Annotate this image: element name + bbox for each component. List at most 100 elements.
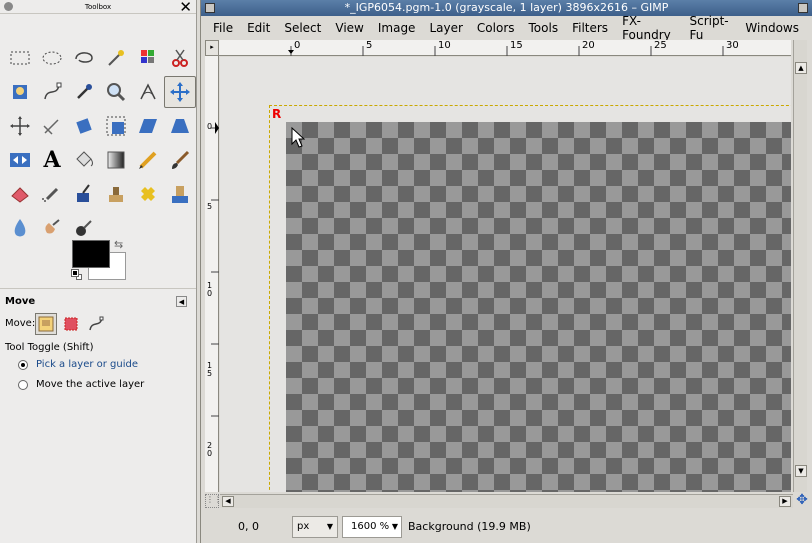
zoom-value: 1600 % (351, 521, 390, 532)
zoom-dropdown[interactable]: 1600 % ▼ (342, 515, 402, 538)
ruler-tick-label: 20 (207, 441, 213, 458)
ruler-tick-label: 10 (438, 40, 451, 51)
swap-colors-icon[interactable]: ⇆ (114, 238, 123, 251)
scroll-up-icon[interactable]: ▲ (795, 62, 807, 74)
layer-info: Background (19.9 MB) (408, 520, 531, 533)
paths-icon[interactable] (36, 76, 68, 108)
blur-icon[interactable] (4, 212, 36, 244)
pointer-coordinates: 0, 0 (238, 520, 259, 533)
units-value: px (297, 521, 310, 532)
image-canvas[interactable]: R (220, 57, 791, 492)
ruler-tick-label: 25 (654, 40, 667, 51)
perspective-clone-icon[interactable] (164, 178, 196, 210)
tool-options-menu-icon[interactable]: ◀ (176, 296, 187, 307)
lasso-icon[interactable] (68, 42, 100, 74)
toolbox-titlebar: Toolbox ✕ (0, 0, 196, 15)
menu-view[interactable]: View (335, 21, 363, 35)
scale-icon[interactable] (100, 110, 132, 142)
menu-file[interactable]: File (213, 21, 233, 35)
rect-select-icon[interactable] (4, 42, 36, 74)
image-window: *_IGP6054.pgm-1.0 (grayscale, 1 layer) 3… (200, 0, 812, 543)
radio-button[interactable] (18, 379, 28, 390)
airbrush-icon[interactable] (36, 178, 68, 210)
text-tool-icon[interactable]: A (36, 144, 68, 176)
menu-select[interactable]: Select (284, 21, 321, 35)
menubar: File Edit Select View Image Layer Colors… (201, 14, 812, 42)
smudge-icon[interactable] (36, 212, 68, 244)
default-colors-fg-icon[interactable] (71, 269, 79, 277)
heal-icon[interactable] (132, 178, 164, 210)
maximize-icon[interactable] (798, 3, 808, 13)
ink-icon[interactable] (68, 178, 100, 210)
color-picker-icon[interactable] (68, 76, 100, 108)
chevron-down-icon: ▼ (391, 522, 398, 531)
toolbox-window: Toolbox ✕ A ⇆ Move ◀ Move: Tool Toggle (… (0, 0, 197, 543)
ruler-tick-label: 10 (207, 281, 213, 298)
radio-pick-layer[interactable]: Pick a layer or guide (18, 359, 138, 370)
measure-icon[interactable] (132, 76, 164, 108)
align-icon[interactable] (4, 110, 36, 142)
move-selection-mode-button[interactable] (60, 313, 82, 335)
ruler-tick-label: 30 (726, 40, 739, 51)
paintbrush-icon[interactable] (164, 144, 196, 176)
zoom-icon[interactable] (100, 76, 132, 108)
horizontal-ruler[interactable]: 0 5 10 15 20 25 30 (219, 40, 791, 56)
move-layer-mode-button[interactable] (35, 313, 57, 335)
scroll-right-icon[interactable]: ▶ (779, 496, 791, 507)
close-icon[interactable]: ✕ (179, 0, 192, 15)
scroll-down-icon[interactable]: ▼ (795, 465, 807, 477)
radio-button[interactable] (18, 359, 28, 370)
guide-horizontal[interactable] (269, 105, 791, 106)
navigate-icon[interactable]: ✥ (795, 493, 809, 508)
quick-mask-corner-button[interactable]: ▸ (205, 40, 219, 56)
ruler-tick-label: 15 (510, 40, 523, 51)
scroll-left-icon[interactable]: ◀ (222, 496, 234, 507)
select-by-color-icon[interactable] (132, 42, 164, 74)
color-area: ⇆ (70, 238, 130, 286)
radio-label: Pick a layer or guide (36, 359, 139, 370)
shear-icon[interactable] (132, 110, 164, 142)
pencil-icon[interactable] (132, 144, 164, 176)
menu-windows[interactable]: Windows (745, 21, 799, 35)
menu-image[interactable]: Image (378, 21, 416, 35)
gimp-icon (4, 2, 13, 11)
ruler-tick-label: 5 (207, 202, 213, 211)
guide-vertical[interactable] (269, 105, 270, 492)
radio-label: Move the active layer (36, 379, 145, 390)
perspective-icon[interactable] (164, 110, 196, 142)
ellipse-select-icon[interactable] (36, 42, 68, 74)
scissors-icon[interactable] (164, 42, 196, 74)
transparent-layer-checkerboard[interactable] (286, 122, 791, 492)
flip-icon[interactable] (4, 144, 36, 176)
units-dropdown[interactable]: px ▼ (292, 515, 338, 538)
fuzzy-select-icon[interactable] (100, 42, 132, 74)
ruler-tick-label: 15 (207, 361, 213, 378)
vertical-ruler[interactable]: 0 5 10 15 20 (205, 56, 219, 492)
statusbar: 0, 0 px ▼ 1600 % ▼ Background (19.9 MB) (201, 510, 812, 543)
window-menu-icon[interactable] (205, 3, 215, 13)
toolbox-title: Toolbox (84, 3, 112, 11)
menu-colors[interactable]: Colors (477, 21, 515, 35)
menu-layer[interactable]: Layer (429, 21, 462, 35)
radio-move-active-layer[interactable]: Move the active layer (18, 379, 144, 390)
eraser-icon[interactable] (4, 178, 36, 210)
menu-fx-foundry[interactable]: FX-Foundry (622, 14, 675, 42)
foreground-select-icon[interactable] (4, 76, 36, 108)
move-path-mode-button[interactable] (85, 313, 107, 335)
vertical-scrollbar[interactable]: ▲ ▼ (793, 40, 807, 492)
foreground-color-swatch[interactable] (72, 240, 110, 268)
clone-icon[interactable] (100, 178, 132, 210)
menu-edit[interactable]: Edit (247, 21, 270, 35)
menu-filters[interactable]: Filters (572, 21, 608, 35)
bucket-fill-icon[interactable] (68, 144, 100, 176)
rotate-icon[interactable] (68, 110, 100, 142)
menu-script-fu[interactable]: Script-Fu (690, 14, 732, 42)
horizontal-scrollbar[interactable]: ◀ ▶ (220, 494, 793, 508)
chevron-down-icon: ▼ (326, 522, 333, 531)
crop-icon[interactable] (36, 110, 68, 142)
blend-icon[interactable] (100, 144, 132, 176)
quick-mask-toggle[interactable]: ⋮⋮ (205, 494, 222, 508)
move-tool-icon[interactable] (164, 76, 196, 108)
tool-options-title: Move (5, 296, 36, 307)
menu-tools[interactable]: Tools (529, 21, 559, 35)
